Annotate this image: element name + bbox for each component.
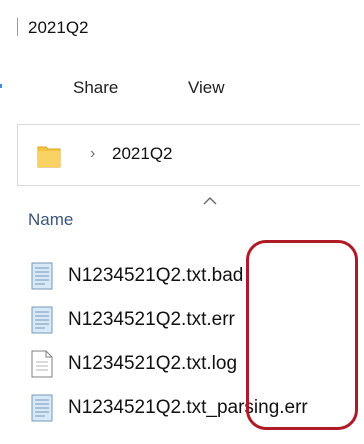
text-document-icon [31, 394, 53, 422]
column-header-name[interactable]: Name [28, 210, 73, 230]
breadcrumb-separator: › [90, 145, 96, 162]
title-separator [17, 18, 18, 36]
file-row[interactable]: N1234521Q2.txt.err [27, 302, 364, 344]
tab-share[interactable]: Share [73, 78, 118, 98]
file-row[interactable]: N1234521Q2.txt.bad [27, 258, 364, 300]
title-bar: 2021Q2 [0, 0, 364, 52]
ribbon: Share View [0, 52, 364, 124]
tab-view[interactable]: View [188, 78, 225, 98]
ribbon-edge-accent [0, 84, 2, 88]
file-row[interactable]: N1234521Q2.txt_parsing.err [27, 390, 364, 432]
blank-document-icon [31, 350, 53, 378]
file-name: N1234521Q2.txt.log [68, 353, 238, 374]
chevron-up-icon [203, 197, 217, 205]
window-title: 2021Q2 [28, 18, 89, 37]
file-name: N1234521Q2.txt.err [68, 309, 235, 330]
text-document-icon [31, 306, 53, 334]
file-row[interactable]: N1234521Q2.txt.log [27, 346, 364, 388]
address-bar[interactable]: › 2021Q2 [17, 124, 360, 186]
text-document-icon [31, 262, 53, 290]
folder-icon [37, 146, 61, 168]
file-name: N1234521Q2.txt.bad [68, 265, 244, 286]
breadcrumb-current-folder[interactable]: 2021Q2 [112, 144, 173, 164]
file-name: N1234521Q2.txt_parsing.err [68, 397, 308, 418]
